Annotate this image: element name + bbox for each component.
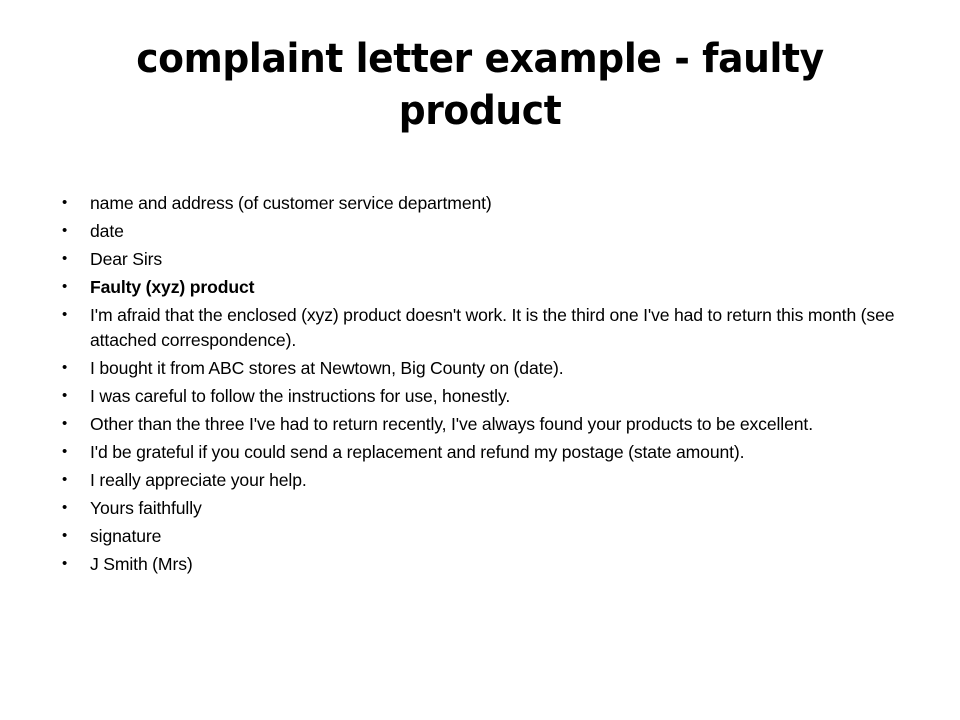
list-item-label: date xyxy=(90,221,124,241)
list-item: • I'm afraid that the enclosed (xyz) prod… xyxy=(56,303,912,352)
bullet-point-icon: • xyxy=(62,554,68,572)
bullet-point-icon: • xyxy=(62,442,68,460)
bullet-point-icon: • xyxy=(62,414,68,432)
bullet-point-icon: • xyxy=(62,386,68,404)
list-item-label: name and address (of customer service de… xyxy=(90,193,492,213)
bullet-point-icon: • xyxy=(62,194,68,211)
list-item: • Other than the three I've had to return… xyxy=(56,412,912,437)
list-item: • I was careful to follow the instruction… xyxy=(56,384,912,409)
presentation-slide: complaint letter example - faulty produc… xyxy=(0,0,960,720)
bullet-point-icon: • xyxy=(62,306,68,323)
bullet-point-icon: • xyxy=(62,358,68,376)
list-item-label: I'd be grateful if you could send a repl… xyxy=(90,441,745,462)
list-item: • Yours faithfully xyxy=(56,496,912,521)
bullet-point-icon: • xyxy=(62,526,68,544)
list-item: • signature xyxy=(56,524,912,549)
list-item-label: J Smith (Mrs) xyxy=(90,553,193,574)
bullet-point-icon: • xyxy=(62,250,68,267)
list-item-label: I'm afraid that the enclosed (xyz) produ… xyxy=(90,305,895,350)
list-item: • date xyxy=(56,219,912,244)
list-item-label: Dear Sirs xyxy=(90,249,163,269)
list-item-label: I was careful to follow the instructions… xyxy=(90,385,511,406)
bullet-point-icon: • xyxy=(62,470,68,488)
bullet-point-icon: • xyxy=(62,222,68,239)
list-item-label: signature xyxy=(90,525,162,546)
list-item-label: I bought it from ABC stores at Newtown, … xyxy=(90,357,564,378)
list-item-label: Yours faithfully xyxy=(90,497,202,518)
list-item: • I bought it from ABC stores at Newtown,… xyxy=(56,356,912,381)
list-item: • Dear Sirs xyxy=(56,247,912,272)
list-item: • I'd be grateful if you could send a rep… xyxy=(56,440,912,465)
list-item-label: I really appreciate your help. xyxy=(90,469,307,490)
list-item-label: Faulty (xyz) product xyxy=(90,277,255,297)
bullet-list: • name and address (of customer service d… xyxy=(56,191,912,580)
list-item: • J Smith (Mrs) xyxy=(56,552,912,577)
page-title: complaint letter example - faulty produc… xyxy=(136,35,824,134)
bullet-point-icon: • xyxy=(62,498,68,516)
list-item: • I really appreciate your help. xyxy=(56,468,912,493)
list-item-label: Other than the three I've had to return … xyxy=(90,413,813,434)
list-item: • Faulty (xyz) product xyxy=(56,275,912,300)
bullet-point-icon: • xyxy=(62,278,68,295)
list-item: • name and address (of customer service d… xyxy=(56,191,912,216)
